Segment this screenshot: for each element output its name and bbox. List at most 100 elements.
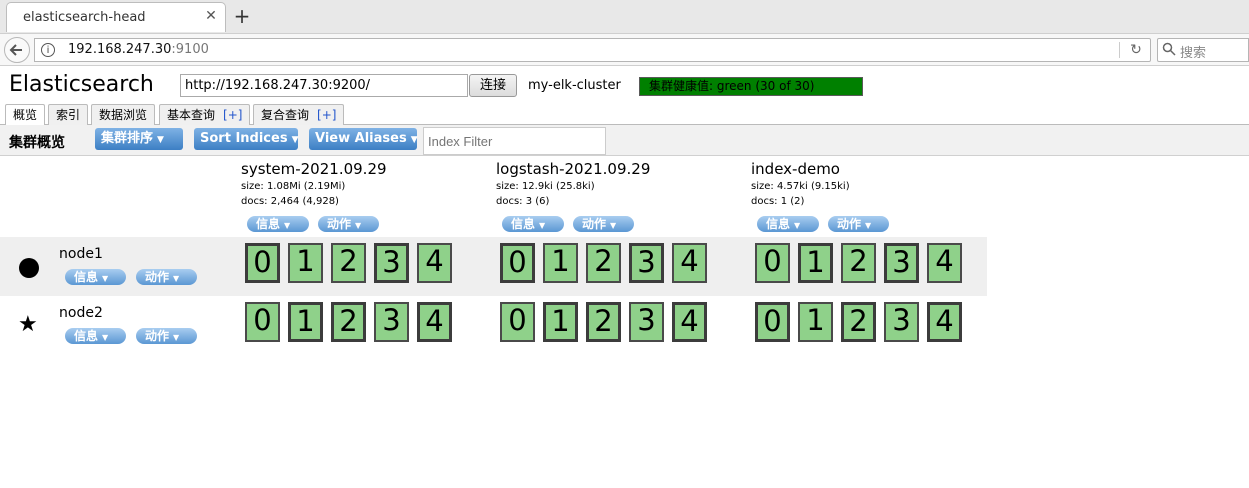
index-size: size: 12.9ki (25.8ki) <box>496 181 595 192</box>
index-action-button[interactable]: 动作 ▼ <box>573 216 634 232</box>
caret-down-icon: ▼ <box>284 221 291 230</box>
back-button[interactable] <box>4 37 30 63</box>
button-label: 动作 <box>327 217 352 231</box>
button-label: 信息 <box>256 217 281 231</box>
cluster-name: my-elk-cluster <box>528 78 621 93</box>
button-label: 动作 <box>145 270 170 284</box>
shard-replica[interactable]: 4 <box>417 243 452 283</box>
close-tab-icon[interactable]: ✕ <box>204 8 218 24</box>
shard-primary[interactable]: 3 <box>629 243 664 283</box>
master-node-icon <box>19 258 39 278</box>
info-icon[interactable]: i <box>41 43 55 57</box>
shard-primary[interactable]: 2 <box>331 302 366 342</box>
shard-replica[interactable]: 4 <box>927 243 962 283</box>
shard-primary[interactable]: 1 <box>798 243 833 283</box>
tab-indices[interactable]: 索引 <box>48 104 89 125</box>
connect-url-input[interactable] <box>180 74 468 97</box>
caret-down-icon: ▼ <box>865 221 872 230</box>
shard-primary[interactable]: 0 <box>500 243 535 283</box>
shard-replica[interactable]: 1 <box>798 302 833 342</box>
index-docs: docs: 1 (2) <box>751 196 805 207</box>
shard-primary[interactable]: 0 <box>245 243 280 283</box>
caret-down-icon: ▼ <box>102 274 109 283</box>
browser-search-box[interactable]: 搜索 <box>1157 38 1249 62</box>
index-action-button[interactable]: 动作 ▼ <box>828 216 889 232</box>
shard-primary[interactable]: 4 <box>672 302 707 342</box>
index-info-button[interactable]: 信息 ▼ <box>502 216 564 232</box>
overview-toolbar: 集群概览 集群排序 ▼ Sort Indices ▼ View Aliases ▼ <box>0 125 1249 156</box>
tab-overview[interactable]: 概览 <box>5 104 46 126</box>
shard-replica[interactable]: 4 <box>672 243 707 283</box>
shard-replica[interactable]: 0 <box>755 243 790 283</box>
shard-primary[interactable]: 1 <box>288 302 323 342</box>
index-action-button[interactable]: 动作 ▼ <box>318 216 379 232</box>
app-title: Elasticsearch <box>9 72 154 97</box>
shard-replica[interactable]: 2 <box>586 243 621 283</box>
shard-primary[interactable]: 3 <box>374 243 409 283</box>
shard-replica[interactable]: 1 <box>543 243 578 283</box>
new-tab-icon[interactable]: + <box>232 4 252 28</box>
shard-primary[interactable]: 4 <box>927 302 962 342</box>
reload-icon[interactable]: ↻ <box>1127 40 1145 60</box>
button-label: 集群排序 <box>101 131 154 146</box>
tab-compound-query[interactable]: 复合查询 [+] <box>253 104 345 125</box>
shard-primary[interactable]: 2 <box>841 302 876 342</box>
star-icon: ★ <box>18 312 38 337</box>
shard-primary[interactable]: 3 <box>884 243 919 283</box>
shard-replica[interactable]: 0 <box>500 302 535 342</box>
url-text[interactable]: 192.168.247.30:9100 <box>68 42 209 57</box>
index-name: logstash-2021.09.29 <box>496 160 651 178</box>
browser-tab[interactable]: elasticsearch-head ✕ <box>6 2 226 32</box>
index-header: system-2021.09.29 size: 1.08Mi (2.19Mi) … <box>241 160 387 207</box>
browser-tab-title: elasticsearch-head <box>23 10 146 25</box>
index-header: logstash-2021.09.29 size: 12.9ki (25.8ki… <box>496 160 650 207</box>
shard-primary[interactable]: 4 <box>417 302 452 342</box>
node-info-button[interactable]: 信息 ▼ <box>65 269 126 285</box>
node-info-button[interactable]: 信息 ▼ <box>65 328 126 344</box>
button-label: 动作 <box>582 217 607 231</box>
address-bar[interactable]: i 192.168.247.30:9100 ↻ <box>34 38 1151 62</box>
index-info-button[interactable]: 信息 ▼ <box>247 216 309 232</box>
url-port: :9100 <box>171 42 209 57</box>
overview-title: 集群概览 <box>9 135 65 151</box>
tab-label: 数据浏览 <box>99 108 148 122</box>
button-label: 动作 <box>837 217 862 231</box>
connect-button[interactable]: 连接 <box>469 74 517 97</box>
index-info-button[interactable]: 信息 ▼ <box>757 216 819 232</box>
shard-replica[interactable]: 2 <box>841 243 876 283</box>
button-label: 信息 <box>74 329 99 343</box>
shard-replica[interactable]: 2 <box>331 243 366 283</box>
shard-replica[interactable]: 3 <box>374 302 409 342</box>
node-action-button[interactable]: 动作 ▼ <box>136 269 197 285</box>
shard-primary[interactable]: 1 <box>543 302 578 342</box>
shard-primary[interactable]: 2 <box>586 302 621 342</box>
tab-browser[interactable]: 数据浏览 <box>91 104 156 125</box>
index-size: size: 1.08Mi (2.19Mi) <box>241 181 346 192</box>
caret-down-icon: ▼ <box>102 333 109 342</box>
node-name: node1 <box>59 246 103 262</box>
view-aliases-button[interactable]: View Aliases ▼ <box>309 128 418 150</box>
shard-replica[interactable]: 3 <box>629 302 664 342</box>
node-action-button[interactable]: 动作 ▼ <box>136 328 197 344</box>
index-filter-input[interactable] <box>423 127 606 155</box>
browser-nav-bar: i 192.168.247.30:9100 ↻ 搜索 <box>0 33 1249 66</box>
shard-replica[interactable]: 0 <box>245 302 280 342</box>
caret-down-icon: ▼ <box>610 221 617 230</box>
tab-label: 基本查询 <box>167 108 216 122</box>
index-header: index-demo size: 4.57ki (9.15ki) docs: 1… <box>751 160 850 207</box>
shard-replica[interactable]: 1 <box>288 243 323 283</box>
button-label: 信息 <box>766 217 791 231</box>
browser-tab-bar: elasticsearch-head ✕ + <box>0 0 1249 33</box>
tab-basic-query[interactable]: 基本查询 [+] <box>159 104 251 125</box>
sort-cluster-button[interactable]: 集群排序 ▼ <box>95 128 183 150</box>
search-icon <box>1162 42 1176 56</box>
index-name: index-demo <box>751 160 840 178</box>
shard-primary[interactable]: 0 <box>755 302 790 342</box>
index-docs: docs: 3 (6) <box>496 196 550 207</box>
tab-add-icon[interactable]: [+] <box>223 108 242 122</box>
tab-add-icon[interactable]: [+] <box>317 108 336 122</box>
shard-replica[interactable]: 3 <box>884 302 919 342</box>
tab-label: 概览 <box>13 108 38 122</box>
button-label: 信息 <box>511 217 536 231</box>
sort-indices-button[interactable]: Sort Indices ▼ <box>194 128 298 150</box>
